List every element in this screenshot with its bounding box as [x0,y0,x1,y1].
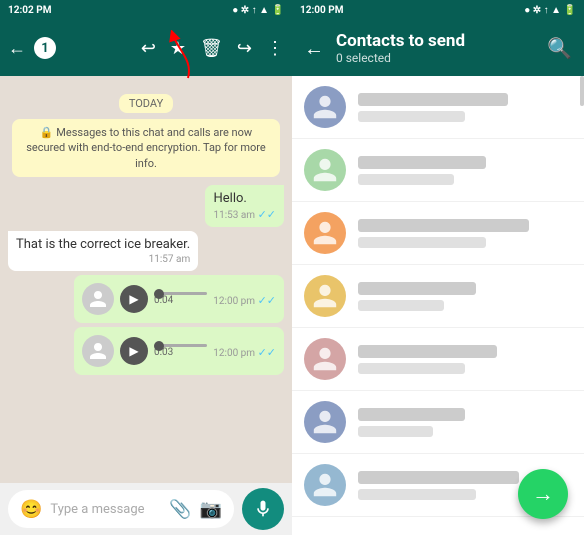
list-item[interactable] [292,139,584,202]
voice-message-2: ▶ 0:03 12:00 pm ✓✓ [8,327,284,375]
reply-button[interactable]: ↩ [141,38,156,59]
scroll-indicator [580,76,584,106]
list-item[interactable] [292,76,584,139]
voice-progress-bar-2[interactable] [154,344,207,347]
time-right: 12:00 PM [300,5,343,16]
status-icons-right: ● ✲ ↑ ▲ 🔋 [524,5,576,16]
list-item[interactable] [292,265,584,328]
back-button[interactable]: ← [8,38,26,59]
time-left: 12:02 PM [8,5,51,16]
message-text: That is the correct ice breaker. [16,237,190,252]
chat-area: TODAY 🔒 Messages to this chat and calls … [0,76,292,483]
contact-name [358,156,486,169]
message-time: 11:57 am [16,254,190,265]
avatar [304,338,346,380]
contact-detail [358,111,465,122]
system-message[interactable]: 🔒 Messages to this chat and calls are no… [12,119,280,177]
mic-button[interactable] [242,488,284,530]
message-bubble-icebreaker: That is the correct ice breaker. 11:57 a… [8,231,284,271]
voice-message-1: ▶ 0:04 12:00 pm ✓✓ [8,275,284,323]
avatar [304,401,346,443]
voice-avatar-1 [82,283,114,315]
contact-name [358,282,476,295]
voice-time-2: 12:00 pm ✓✓ [213,346,276,359]
message-time: 11:53 am ✓✓ [213,208,276,221]
list-item[interactable] [292,328,584,391]
contacts-subtitle: 0 selected [336,51,535,65]
contact-info [358,93,572,122]
contacts-header: ← Contacts to send 0 selected 🔍 [292,20,584,76]
avatar [304,275,346,317]
contact-detail [358,363,465,374]
send-contacts-fab[interactable]: → [518,469,568,519]
attachment-button[interactable]: 📎 [169,499,191,520]
avatar [304,86,346,128]
contact-name [358,219,529,232]
contact-detail [358,426,433,437]
camera-button[interactable]: 📷 [200,499,222,520]
selected-count-badge: 1 [34,37,56,59]
contact-detail [358,174,454,185]
contact-detail [358,300,444,311]
message-text: Hello. [213,191,276,206]
play-button-1[interactable]: ▶ [120,285,148,313]
message-input-placeholder: Type a message [50,502,161,517]
left-panel: 12:02 PM ● ✲ ↑ ▲ 🔋 ← 1 ↩ ★ 🗑 ↪ ⋮ TODAY [0,0,292,535]
voice-time-1: 12:00 pm ✓✓ [213,294,276,307]
contact-name [358,408,465,421]
more-options-button[interactable]: ⋮ [266,38,284,59]
contact-name [358,93,508,106]
contact-info [358,408,572,437]
message-bubble-hello: Hello. 11:53 am ✓✓ [8,185,284,227]
contact-name [358,345,497,358]
emoji-button[interactable]: 😊 [20,499,42,520]
contact-name [358,471,519,484]
voice-progress-bar-1[interactable] [154,292,207,295]
contact-info [358,219,572,248]
contacts-list [292,76,584,535]
bubble-content: Hello. 11:53 am ✓✓ [205,185,284,227]
delete-button[interactable]: 🗑 [200,38,223,59]
right-panel: 12:00 PM ● ✲ ↑ ▲ 🔋 ← Contacts to send 0 … [292,0,584,535]
status-icons-left: ● ✲ ↑ ▲ 🔋 [232,5,284,16]
message-input-area: 😊 Type a message 📎 📷 [0,483,292,535]
today-badge: TODAY [8,92,284,111]
contacts-back-button[interactable]: ← [304,36,324,61]
header-actions: ↩ ★ 🗑 ↪ ⋮ [141,38,284,59]
list-item[interactable] [292,391,584,454]
list-item[interactable] [292,202,584,265]
star-button[interactable]: ★ [170,38,186,59]
avatar [304,464,346,506]
voice-avatar-2 [82,335,114,367]
play-button-2[interactable]: ▶ [120,337,148,365]
contacts-title: Contacts to send [336,31,535,51]
contacts-search-button[interactable]: 🔍 [547,36,572,60]
avatar [304,212,346,254]
contact-detail [358,237,486,248]
status-bar-right: 12:00 PM ● ✲ ↑ ▲ 🔋 [292,0,584,20]
status-bar-left: 12:02 PM ● ✲ ↑ ▲ 🔋 [0,0,292,20]
bubble-content: That is the correct ice breaker. 11:57 a… [8,231,198,271]
contact-detail [358,489,476,500]
contact-info [358,156,572,185]
forward-button[interactable]: ↪ [237,38,252,59]
contact-info [358,345,572,374]
contact-info [358,282,572,311]
contacts-header-title: Contacts to send 0 selected [336,31,535,65]
avatar [304,149,346,191]
message-input-box[interactable]: 😊 Type a message 📎 📷 [8,490,234,528]
